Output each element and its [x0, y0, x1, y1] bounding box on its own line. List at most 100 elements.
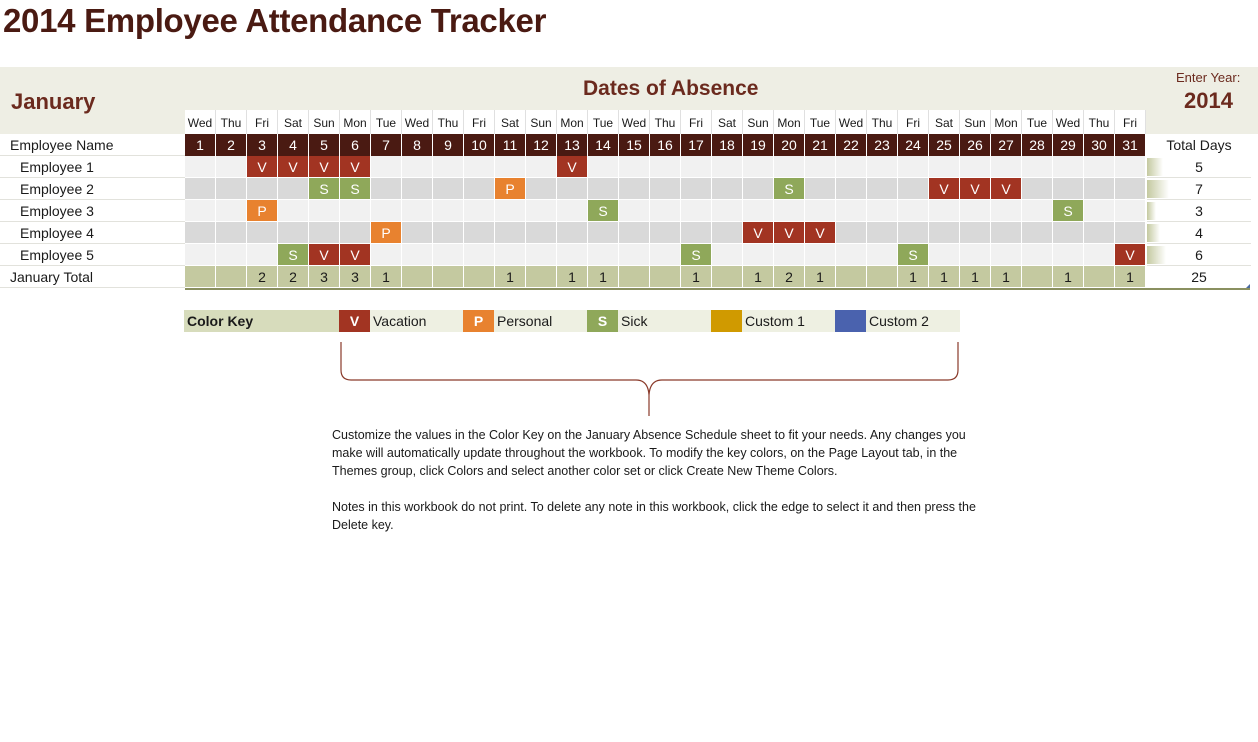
absence-cell[interactable]: V	[743, 222, 774, 244]
day-cell[interactable]	[1115, 156, 1146, 178]
day-cell[interactable]	[433, 156, 464, 178]
absence-cell[interactable]: V	[929, 178, 960, 200]
day-cell[interactable]	[1053, 156, 1084, 178]
day-cell[interactable]	[1022, 178, 1053, 200]
day-cell[interactable]	[805, 178, 836, 200]
table-resize-handle[interactable]	[1246, 284, 1250, 288]
day-cell[interactable]	[340, 222, 371, 244]
day-cell[interactable]	[495, 156, 526, 178]
day-cell[interactable]	[712, 222, 743, 244]
day-cell[interactable]	[1084, 244, 1115, 266]
day-cell[interactable]	[185, 200, 216, 222]
day-cell[interactable]	[867, 200, 898, 222]
day-cell[interactable]	[960, 222, 991, 244]
day-cell[interactable]	[464, 200, 495, 222]
day-cell[interactable]	[867, 222, 898, 244]
day-cell[interactable]	[526, 200, 557, 222]
day-cell[interactable]	[836, 200, 867, 222]
absence-cell[interactable]: V	[278, 156, 309, 178]
absence-cell[interactable]: S	[774, 178, 805, 200]
day-cell[interactable]	[464, 222, 495, 244]
absence-cell[interactable]: V	[340, 244, 371, 266]
custom1-swatch[interactable]	[711, 310, 742, 332]
absence-cell[interactable]: V	[991, 178, 1022, 200]
custom2-key-label[interactable]: Custom 2	[869, 310, 929, 332]
absence-cell[interactable]: V	[309, 156, 340, 178]
day-cell[interactable]	[960, 244, 991, 266]
day-cell[interactable]	[960, 156, 991, 178]
day-cell[interactable]	[898, 178, 929, 200]
day-cell[interactable]	[836, 244, 867, 266]
day-cell[interactable]	[247, 178, 278, 200]
day-cell[interactable]	[464, 178, 495, 200]
day-cell[interactable]	[464, 156, 495, 178]
absence-cell[interactable]: V	[774, 222, 805, 244]
absence-cell[interactable]: V	[557, 156, 588, 178]
day-cell[interactable]	[712, 244, 743, 266]
absence-cell[interactable]: V	[340, 156, 371, 178]
day-cell[interactable]	[867, 178, 898, 200]
day-cell[interactable]	[526, 222, 557, 244]
personal-key-label[interactable]: Personal	[497, 310, 552, 332]
day-cell[interactable]	[836, 222, 867, 244]
day-cell[interactable]	[743, 200, 774, 222]
day-cell[interactable]	[402, 178, 433, 200]
day-cell[interactable]	[588, 222, 619, 244]
day-cell[interactable]	[557, 178, 588, 200]
day-cell[interactable]	[1022, 156, 1053, 178]
personal-swatch[interactable]: P	[463, 310, 494, 332]
day-cell[interactable]	[836, 156, 867, 178]
day-cell[interactable]	[495, 244, 526, 266]
day-cell[interactable]	[185, 244, 216, 266]
day-cell[interactable]	[991, 156, 1022, 178]
day-cell[interactable]	[526, 178, 557, 200]
day-cell[interactable]	[557, 222, 588, 244]
day-cell[interactable]	[526, 244, 557, 266]
employee-name[interactable]: Employee 5	[0, 244, 185, 266]
day-cell[interactable]	[1084, 178, 1115, 200]
day-cell[interactable]	[495, 222, 526, 244]
day-cell[interactable]	[216, 178, 247, 200]
day-cell[interactable]	[1022, 244, 1053, 266]
day-cell[interactable]	[495, 200, 526, 222]
day-cell[interactable]	[929, 156, 960, 178]
day-cell[interactable]	[619, 178, 650, 200]
absence-cell[interactable]: S	[309, 178, 340, 200]
vacation-key-label[interactable]: Vacation	[373, 310, 426, 332]
day-cell[interactable]	[681, 200, 712, 222]
month-label[interactable]: January	[11, 89, 95, 115]
absence-cell[interactable]: P	[247, 200, 278, 222]
employee-name[interactable]: Employee 1	[0, 156, 185, 178]
day-cell[interactable]	[216, 222, 247, 244]
absence-cell[interactable]: S	[278, 244, 309, 266]
day-cell[interactable]	[805, 244, 836, 266]
day-cell[interactable]	[433, 244, 464, 266]
day-cell[interactable]	[588, 244, 619, 266]
absence-cell[interactable]: V	[960, 178, 991, 200]
absence-cell[interactable]: S	[340, 178, 371, 200]
day-cell[interactable]	[278, 222, 309, 244]
day-cell[interactable]	[743, 156, 774, 178]
day-cell[interactable]	[960, 200, 991, 222]
day-cell[interactable]	[743, 244, 774, 266]
vacation-swatch[interactable]: V	[339, 310, 370, 332]
day-cell[interactable]	[619, 244, 650, 266]
day-cell[interactable]	[650, 156, 681, 178]
custom2-swatch[interactable]	[835, 310, 866, 332]
sick-swatch[interactable]: S	[587, 310, 618, 332]
day-cell[interactable]	[650, 178, 681, 200]
absence-cell[interactable]: V	[309, 244, 340, 266]
day-cell[interactable]	[867, 156, 898, 178]
day-cell[interactable]	[991, 244, 1022, 266]
day-cell[interactable]	[805, 200, 836, 222]
custom1-key-label[interactable]: Custom 1	[745, 310, 805, 332]
day-cell[interactable]	[216, 244, 247, 266]
day-cell[interactable]	[402, 244, 433, 266]
day-cell[interactable]	[1115, 222, 1146, 244]
day-cell[interactable]	[464, 244, 495, 266]
day-cell[interactable]	[309, 200, 340, 222]
day-cell[interactable]	[991, 222, 1022, 244]
day-cell[interactable]	[681, 222, 712, 244]
day-cell[interactable]	[1115, 178, 1146, 200]
day-cell[interactable]	[619, 200, 650, 222]
